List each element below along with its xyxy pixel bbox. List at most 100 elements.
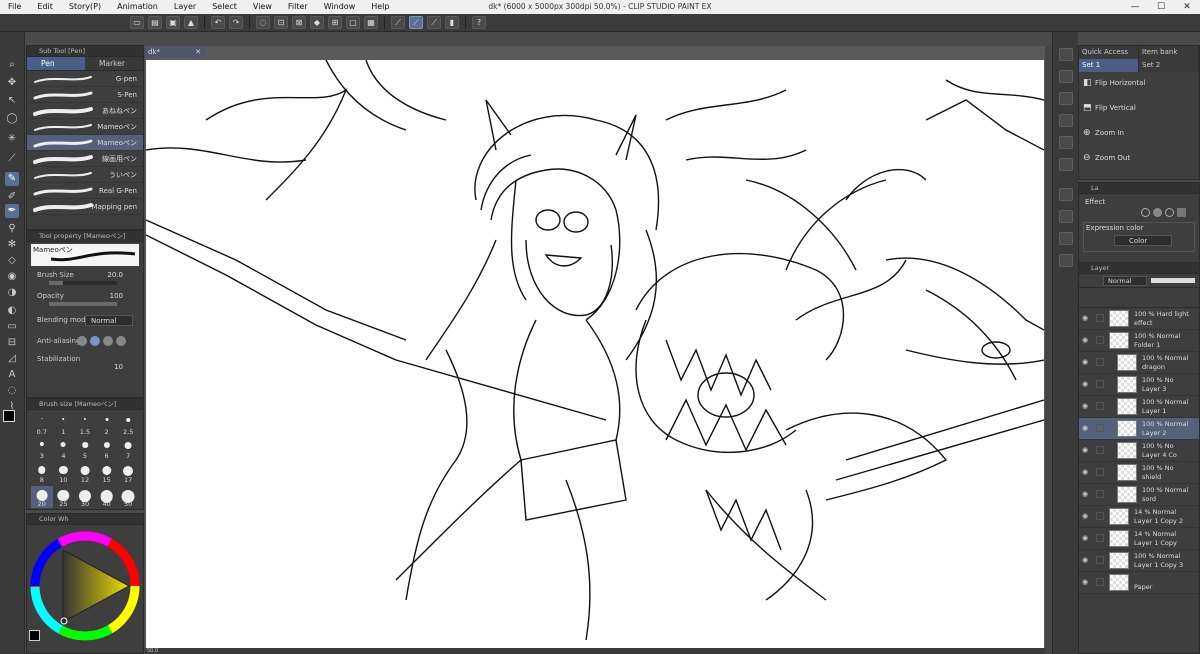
new-file-icon[interactable]: ▭: [130, 16, 144, 29]
layer-row[interactable]: ◉ 100 % Normal Layer 1 Copy 3: [1079, 550, 1199, 572]
eye-icon[interactable]: ◉: [1082, 380, 1088, 388]
color-wheel[interactable]: [27, 526, 143, 644]
eye-icon[interactable]: ◉: [1082, 358, 1088, 366]
snap-special-ruler-icon[interactable]: ⟋: [409, 16, 423, 29]
tab-set-2[interactable]: Set 2: [1139, 59, 1199, 72]
layer-property-tab[interactable]: La: [1091, 184, 1099, 192]
flip-horizontal-item[interactable]: ◧ Flip Horizontal: [1079, 72, 1199, 97]
history-icon[interactable]: [1059, 188, 1073, 201]
open-file-icon[interactable]: ▤: [148, 16, 162, 29]
zoom-icon[interactable]: ⌕: [5, 58, 19, 72]
blending-dropdown[interactable]: Normal: [85, 315, 133, 326]
menu-filter[interactable]: Filter: [280, 0, 316, 14]
layer-lock-box[interactable]: [1096, 446, 1104, 454]
brush-size-option[interactable]: 2: [96, 414, 118, 436]
brush-item[interactable]: S-Pen: [27, 87, 143, 103]
brush-size-option[interactable]: 50: [117, 486, 139, 508]
layer-row[interactable]: ◉ 100 % Normal Folder 1: [1079, 330, 1199, 352]
effect-extract-icon[interactable]: [1165, 208, 1174, 217]
layer-row[interactable]: ◉ 100 % No shield: [1079, 462, 1199, 484]
layer-row[interactable]: ◉ 100 % Normal sord: [1079, 484, 1199, 506]
antialias-medium-icon[interactable]: [103, 336, 113, 346]
select-all-icon[interactable]: ◌: [256, 16, 270, 29]
lasso-icon[interactable]: ◯: [5, 112, 19, 126]
erase-outside-icon[interactable]: ▦: [364, 16, 378, 29]
menu-layer[interactable]: Layer: [166, 0, 204, 14]
menu-story[interactable]: Story(P): [61, 0, 109, 14]
opacity-value[interactable]: 100: [110, 292, 123, 300]
main-color-swatch[interactable]: [3, 410, 15, 422]
menu-view[interactable]: View: [245, 0, 280, 14]
brush-icon[interactable]: ✒: [5, 204, 19, 218]
fill-bucket-icon[interactable]: ◑: [5, 286, 19, 300]
effect-border-icon[interactable]: [1141, 208, 1150, 217]
brush-size-option[interactable]: 10: [53, 462, 75, 484]
layer-lock-box[interactable]: [1096, 512, 1104, 520]
layer-lock-box[interactable]: [1096, 336, 1104, 344]
menu-window[interactable]: Window: [316, 0, 364, 14]
document-tab[interactable]: dk* ✕: [145, 46, 205, 58]
brush-size-option[interactable]: 17: [117, 462, 139, 484]
brush-size-option[interactable]: 30: [74, 486, 96, 508]
tab-marker[interactable]: Marker: [85, 57, 143, 70]
frame-icon[interactable]: ⊟: [5, 336, 19, 350]
ruler-icon[interactable]: ◿: [5, 352, 19, 366]
layer-row[interactable]: ◉ 100 % Hard light effect: [1079, 308, 1199, 330]
eye-icon[interactable]: ◉: [1082, 556, 1088, 564]
layer-lock-box[interactable]: [1096, 358, 1104, 366]
layer-row[interactable]: ◉ 14 % Normal Layer 1 Copy: [1079, 528, 1199, 550]
pencil-icon[interactable]: ✐: [5, 190, 19, 204]
material-icon[interactable]: [1059, 114, 1073, 127]
zoom-out-item[interactable]: ⊖ Zoom Out: [1079, 147, 1199, 172]
zoom-in-item[interactable]: ⊕ Zoom In: [1079, 122, 1199, 147]
effect-pattern-icon[interactable]: [1177, 208, 1186, 217]
antialias-weak-icon[interactable]: [90, 336, 100, 346]
stabilization-value[interactable]: 10: [114, 363, 123, 371]
eyedropper-icon[interactable]: ⟋: [5, 152, 19, 166]
airbrush-icon[interactable]: ⚲: [5, 222, 19, 236]
sub-view-icon[interactable]: [1059, 70, 1073, 83]
pen-icon[interactable]: ✎: [5, 172, 19, 186]
tab-set-1[interactable]: Set 1: [1079, 59, 1139, 72]
brush-size-option[interactable]: 2.5: [117, 414, 139, 436]
menu-select[interactable]: Select: [204, 0, 245, 14]
eye-icon[interactable]: ◉: [1082, 490, 1088, 498]
brush-size-option[interactable]: 8: [31, 462, 53, 484]
gradient-icon[interactable]: ◐: [5, 304, 19, 318]
layer-lock-box[interactable]: [1096, 534, 1104, 542]
brush-size-option[interactable]: 4: [53, 438, 75, 460]
fill-icon[interactable]: ◆: [310, 16, 324, 29]
menu-help[interactable]: Help: [363, 0, 397, 14]
snap-ruler-icon[interactable]: ⟋: [391, 16, 405, 29]
layer-row[interactable]: ◉ 100 % Normal Layer 2: [1079, 418, 1199, 440]
brush-size-option[interactable]: 1.5: [74, 414, 96, 436]
brush-size-option[interactable]: 25: [53, 486, 75, 508]
layer-lock-box[interactable]: [1096, 402, 1104, 410]
help-icon[interactable]: ?: [472, 16, 486, 29]
save-icon[interactable]: ▣: [166, 16, 180, 29]
color-main-swatch[interactable]: [29, 630, 40, 641]
eye-icon[interactable]: ◉: [1082, 336, 1088, 344]
brush-size-option[interactable]: 7: [117, 438, 139, 460]
balloon-icon[interactable]: ◌: [5, 384, 19, 398]
brush-size-option[interactable]: 0.7: [31, 414, 53, 436]
layer-lock-box[interactable]: [1096, 468, 1104, 476]
brush-size-option[interactable]: 6: [96, 438, 118, 460]
effect-tone-icon[interactable]: [1153, 208, 1162, 217]
layer-row[interactable]: ◉ 100 % No Layer 3: [1079, 374, 1199, 396]
menu-animation[interactable]: Animation: [109, 0, 166, 14]
eye-icon[interactable]: ◉: [1082, 424, 1088, 432]
brush-size-option[interactable]: 40: [96, 486, 118, 508]
info-icon[interactable]: [1059, 92, 1073, 105]
brush-size-option[interactable]: 12: [74, 462, 96, 484]
tab-pen[interactable]: Pen: [27, 57, 85, 70]
tab-close-icon[interactable]: ✕: [195, 46, 201, 58]
menu-edit[interactable]: Edit: [29, 0, 61, 14]
eye-icon[interactable]: ◉: [1082, 578, 1088, 586]
blend-icon[interactable]: ◉: [5, 270, 19, 284]
eye-icon[interactable]: ◉: [1082, 314, 1088, 322]
layer-row[interactable]: ◉ Paper: [1079, 572, 1199, 594]
brush-size-option[interactable]: 5: [74, 438, 96, 460]
eye-icon[interactable]: ◉: [1082, 402, 1088, 410]
brush-size-option[interactable]: 20: [31, 486, 53, 508]
